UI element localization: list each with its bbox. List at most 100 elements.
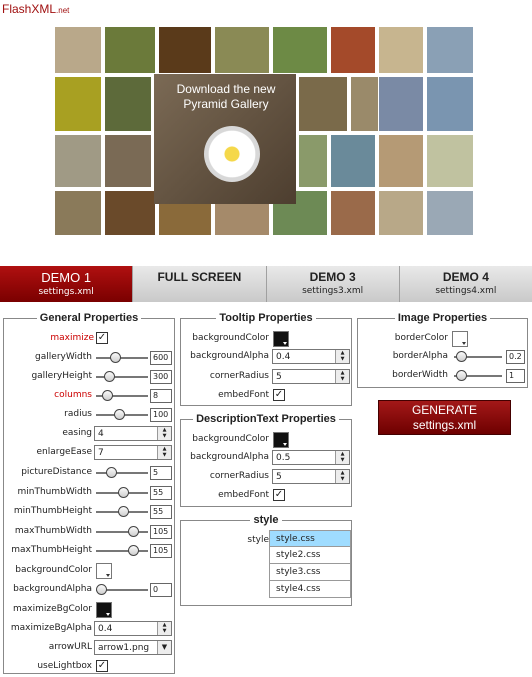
style-panel-title: style	[250, 514, 282, 526]
max-thumb-height-slider[interactable]	[96, 544, 148, 558]
slider-knob[interactable]	[96, 584, 107, 595]
enlarge-ease-stepper[interactable]: 7 ▲ ▼	[94, 445, 172, 460]
description-background-alpha-stepper[interactable]: 0.5 ▲ ▼	[272, 450, 350, 465]
border-color-swatch[interactable]	[452, 331, 468, 347]
slider-knob[interactable]	[110, 352, 121, 363]
tab-full-screen[interactable]: FULL SCREEN	[133, 266, 267, 302]
max-thumb-width-slider[interactable]	[96, 525, 148, 539]
radius-value[interactable]: 100	[150, 408, 172, 422]
stepper-arrows-icon[interactable]: ▲ ▼	[335, 350, 349, 363]
slider-knob[interactable]	[104, 371, 115, 382]
gallery-thumb[interactable]	[330, 190, 376, 236]
easing-stepper[interactable]: 4 ▲ ▼	[94, 426, 172, 441]
gallery-thumb[interactable]	[426, 26, 474, 74]
border-alpha-slider[interactable]	[454, 350, 502, 364]
gallery-thumb[interactable]	[104, 190, 156, 236]
min-thumb-height-slider[interactable]	[96, 505, 148, 519]
gallery-thumb[interactable]	[426, 76, 474, 132]
style-option[interactable]: style4.css	[269, 581, 351, 598]
style-option[interactable]: style2.css	[269, 547, 351, 564]
slider-knob[interactable]	[128, 526, 139, 537]
stepper-arrows-icon[interactable]: ▲ ▼	[335, 470, 349, 483]
min-thumb-width-value[interactable]: 55	[150, 486, 172, 500]
slider-knob[interactable]	[114, 409, 125, 420]
gallery-thumb[interactable]	[426, 190, 474, 236]
gallery-width-value[interactable]: 600	[150, 351, 172, 365]
tooltip-corner-radius-stepper[interactable]: 5 ▲ ▼	[272, 369, 350, 384]
slider-knob[interactable]	[118, 487, 129, 498]
max-thumb-width-value[interactable]: 105	[150, 525, 172, 539]
border-width-value[interactable]: 1	[506, 369, 525, 383]
min-thumb-width-slider[interactable]	[96, 486, 148, 500]
gallery-thumb[interactable]	[104, 76, 152, 132]
gallery-thumb[interactable]	[330, 26, 376, 74]
tooltip-background-alpha-stepper[interactable]: 0.4 ▲ ▼	[272, 349, 350, 364]
slider-knob[interactable]	[102, 390, 113, 401]
style-option[interactable]: style.css	[269, 530, 351, 547]
gallery-thumb[interactable]	[426, 134, 474, 188]
style-option[interactable]: style3.css	[269, 564, 351, 581]
background-alpha-slider[interactable]	[96, 583, 148, 597]
tab-demo-4[interactable]: DEMO 4 settings4.xml	[399, 266, 532, 302]
radius-slider[interactable]	[96, 408, 148, 422]
description-corner-radius-stepper[interactable]: 5 ▲ ▼	[272, 469, 350, 484]
border-alpha-value[interactable]: 0.2	[506, 350, 525, 364]
gallery-height-value[interactable]: 300	[150, 370, 172, 384]
tooltip-properties-panel: Tooltip Properties backgroundColor backg…	[180, 312, 352, 406]
gallery-thumb[interactable]	[54, 76, 102, 132]
gallery-thumb[interactable]	[54, 134, 102, 188]
gallery-thumb[interactable]	[158, 26, 212, 74]
gallery-width-slider[interactable]	[96, 351, 148, 365]
flashxml-logo[interactable]: FlashXML.net	[2, 2, 69, 16]
stepper-arrows-icon[interactable]: ▲ ▼	[157, 427, 171, 440]
gallery-thumb[interactable]	[272, 26, 328, 74]
tooltip-embed-font-checkbox[interactable]: ✓	[273, 389, 285, 401]
maximize-bg-alpha-stepper[interactable]: 0.4 ▲ ▼	[94, 621, 172, 636]
tab-demo-3[interactable]: DEMO 3 settings3.xml	[266, 266, 400, 302]
use-lightbox-checkbox[interactable]: ✓	[96, 660, 108, 672]
picture-distance-slider[interactable]	[96, 466, 148, 480]
chevron-down-icon[interactable]: ▼	[157, 641, 171, 654]
gallery-thumb[interactable]	[214, 26, 270, 74]
slider-knob[interactable]	[106, 467, 117, 478]
description-embed-font-checkbox[interactable]: ✓	[273, 489, 285, 501]
pyramid-gallery-preview[interactable]: Download the new Pyramid Gallery	[54, 26, 530, 236]
stepper-arrows-icon[interactable]: ▲ ▼	[157, 622, 171, 635]
slider-knob[interactable]	[456, 370, 467, 381]
picture-distance-value[interactable]: 5	[150, 466, 172, 480]
gallery-thumb[interactable]	[298, 76, 348, 132]
tab-demo-1[interactable]: DEMO 1 settings.xml	[0, 266, 134, 302]
gallery-thumb[interactable]	[104, 134, 152, 188]
background-alpha-value[interactable]: 0	[150, 583, 172, 597]
min-thumb-height-value[interactable]: 55	[150, 505, 172, 519]
slider-knob[interactable]	[456, 351, 467, 362]
generate-settings-button[interactable]: GENERATE settings.xml	[378, 400, 511, 435]
stepper-arrows-icon[interactable]: ▲ ▼	[335, 370, 349, 383]
gallery-thumb[interactable]	[298, 134, 328, 188]
tooltip-background-color-swatch[interactable]	[273, 331, 289, 347]
gallery-thumb[interactable]	[54, 190, 102, 236]
columns-slider[interactable]	[96, 389, 148, 403]
maximize-checkbox[interactable]: ✓	[96, 332, 108, 344]
background-color-swatch[interactable]	[96, 563, 112, 579]
description-embed-font-label: embedFont	[218, 490, 269, 500]
arrow-url-select[interactable]: arrow1.png ▼	[94, 640, 172, 655]
background-color-label: backgroundColor	[15, 565, 92, 575]
description-background-color-swatch[interactable]	[273, 432, 289, 448]
gallery-height-slider[interactable]	[96, 370, 148, 384]
columns-value[interactable]: 8	[150, 389, 172, 403]
gallery-thumb[interactable]	[378, 190, 424, 236]
max-thumb-height-value[interactable]: 105	[150, 544, 172, 558]
stepper-arrows-icon[interactable]: ▲ ▼	[335, 451, 349, 464]
slider-knob[interactable]	[118, 506, 129, 517]
gallery-thumb[interactable]	[54, 26, 102, 74]
stepper-arrows-icon[interactable]: ▲ ▼	[157, 446, 171, 459]
maximize-bg-color-swatch[interactable]	[96, 602, 112, 618]
gallery-thumb[interactable]	[104, 26, 156, 74]
slider-knob[interactable]	[128, 545, 139, 556]
gallery-thumb[interactable]	[378, 26, 424, 74]
gallery-thumb[interactable]	[330, 134, 376, 188]
border-width-slider[interactable]	[454, 369, 502, 383]
gallery-thumb[interactable]	[378, 76, 424, 132]
gallery-thumb[interactable]	[378, 134, 424, 188]
